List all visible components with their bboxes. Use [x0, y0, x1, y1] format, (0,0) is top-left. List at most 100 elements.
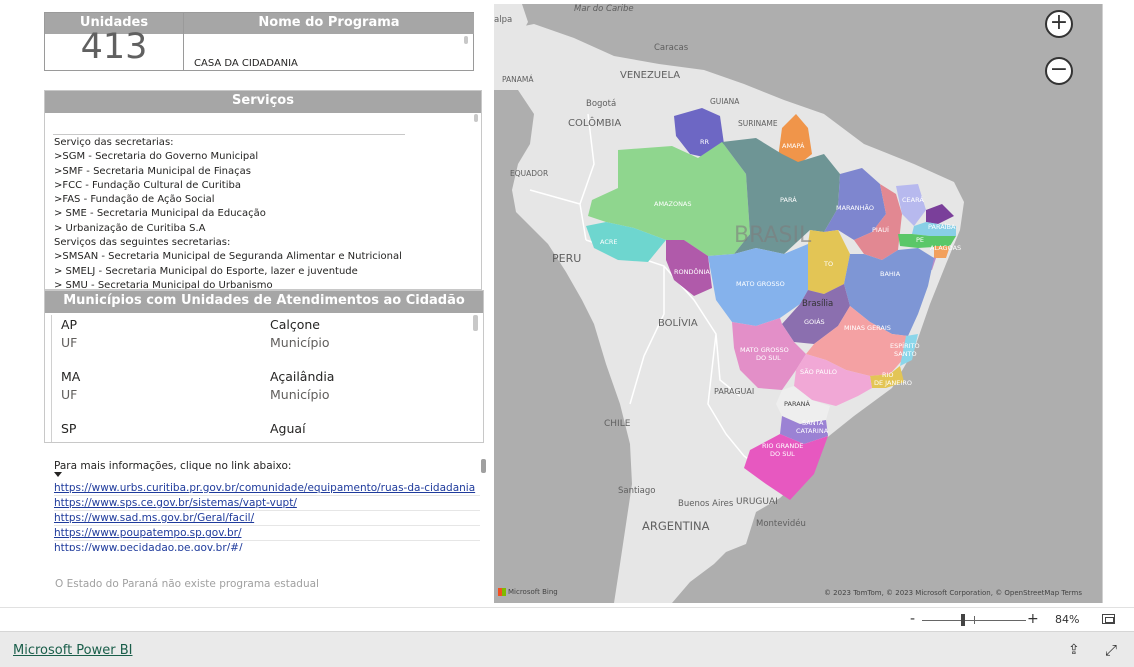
- service-line: Serviços das seguintes secretarias:: [54, 237, 231, 249]
- label-minas-gerais: MINAS GERAIS: [844, 324, 891, 332]
- label-rio-2: DE JANEIRO: [874, 379, 912, 387]
- label-brasilia: Brasília: [802, 299, 833, 309]
- info-link[interactable]: https://www.poupatempo.sp.gov.br/: [54, 526, 480, 541]
- municipalities-scrollbar[interactable]: [473, 315, 478, 331]
- zoom-out-button[interactable]: -: [910, 611, 915, 627]
- services-scrollbar[interactable]: [474, 114, 478, 122]
- links-list: https://www.urbs.curitiba.pr.gov.br/comu…: [54, 481, 480, 551]
- service-line: > Urbanização de Curitiba S.A: [54, 222, 206, 234]
- city-value: Calçone: [270, 317, 320, 332]
- municipalities-list: AP UF Calçone Município MA UF Açailândia…: [51, 315, 471, 442]
- fullscreen-icon[interactable]: ⤢: [1105, 641, 1117, 659]
- program-header: Nome do Programa: [184, 13, 474, 34]
- service-line: >SMSAN - Secretaria Municipal de Seguran…: [54, 251, 402, 263]
- label-sc-2: CATARINA: [796, 427, 829, 435]
- label-santiago: Santiago: [618, 486, 656, 496]
- label-piaui: PIAUÍ: [872, 225, 889, 234]
- label-bolivia: BOLÍVIA: [658, 316, 698, 329]
- label-para: PARÁ: [780, 195, 797, 204]
- service-line: >FCC - Fundação Cultural de Curitiba: [54, 179, 241, 191]
- label-amazonas: AMAZONAS: [654, 200, 692, 208]
- services-divider: [53, 134, 405, 135]
- services-panel: Serviços Serviço das secretarias: >SGM -…: [44, 90, 482, 290]
- uf-value: SP: [61, 421, 77, 436]
- label-paraguai: PARAGUAI: [714, 387, 754, 396]
- footer-bar: Microsoft Power BI ⇪ ⤢: [0, 631, 1134, 667]
- map-credit[interactable]: © 2023 TomTom, © 2023 Microsoft Corporat…: [824, 589, 1082, 597]
- service-line: > SMU - Secretaria Municipal do Urbanism…: [54, 279, 273, 290]
- fit-to-page-icon[interactable]: [1102, 614, 1115, 624]
- label-to: TO: [823, 260, 833, 268]
- brazil-map[interactable]: Mar do Caribe alpa Caracas PANAMÁ VENEZU…: [494, 4, 1103, 603]
- label-rs-1: RIO GRANDE: [762, 442, 803, 450]
- label-espirito-santo-1: ESPÍRITO: [890, 341, 920, 350]
- label-chile: CHILE: [604, 419, 631, 429]
- map-zoom-out-button[interactable]: −: [1045, 57, 1073, 85]
- sort-arrow-icon[interactable]: [54, 472, 62, 477]
- city-label: Município: [270, 335, 330, 350]
- municipality-card[interactable]: SP Aguaí: [52, 419, 471, 442]
- municipality-card[interactable]: AP UF Calçone Município: [52, 315, 471, 367]
- units-column: Unidades 413: [45, 13, 184, 70]
- city-value: Açailândia: [270, 369, 335, 384]
- services-list: Serviço das secretarias: >SGM - Secretar…: [54, 136, 464, 290]
- service-line: >FAS - Fundação de Ação Social: [54, 194, 215, 206]
- label-colombia: COLÔMBIA: [568, 116, 621, 129]
- info-link[interactable]: https://www.sps.ce.gov.br/sistemas/vapt-…: [54, 496, 480, 511]
- footnote-text: O Estado do Paraná não existe programa e…: [55, 578, 319, 590]
- info-text: Para mais informações, clique no link ab…: [54, 460, 292, 472]
- municipality-card[interactable]: MA UF Açailândia Município: [52, 367, 471, 419]
- city-value: Aguaí: [270, 421, 306, 436]
- info-link[interactable]: https://www.urbs.curitiba.pr.gov.br/comu…: [54, 481, 480, 496]
- uf-label: UF: [61, 387, 78, 402]
- city-label: Município: [270, 387, 330, 402]
- power-bi-link[interactable]: Microsoft Power BI: [13, 643, 132, 658]
- zoom-in-button[interactable]: +: [1027, 611, 1039, 627]
- bing-logo: Microsoft Bing: [498, 588, 558, 596]
- label-ms-1: MATO GROSSO: [740, 346, 789, 354]
- uf-label: UF: [61, 335, 78, 350]
- label-espirito-santo-2: SANTO: [894, 350, 917, 358]
- label-brasil: BRASIL: [734, 223, 812, 248]
- links-scrollbar[interactable]: [481, 459, 486, 473]
- map-zoom-in-button[interactable]: +: [1045, 10, 1073, 38]
- label-suriname: SURINAME: [738, 119, 778, 128]
- label-rr: RR: [700, 138, 710, 146]
- label-rs-2: DO SUL: [770, 450, 795, 458]
- units-card: Unidades 413 Nome do Programa CASA DA CI…: [44, 12, 474, 71]
- bing-logo-text: Microsoft Bing: [508, 588, 558, 596]
- label-parana: PARANÁ: [784, 399, 811, 408]
- microsoft-logo-icon: [498, 588, 506, 596]
- municipalities-panel: Municípios com Unidades de Atendimentos …: [44, 290, 484, 443]
- program-column: Nome do Programa CASA DA CIDADANIA: [184, 13, 474, 70]
- label-panama: PANAMÁ: [502, 75, 534, 84]
- program-scrollbar[interactable]: [464, 36, 468, 44]
- label-guiana: GUIANA: [710, 97, 740, 106]
- zoom-bar: - + 84%: [0, 607, 1134, 631]
- label-rio-1: RIO: [882, 371, 894, 379]
- service-line: > SMELJ - Secretaria Municipal do Esport…: [54, 265, 358, 277]
- label-ceara: CEARÁ: [902, 195, 924, 204]
- municipalities-header: Municípios com Unidades de Atendimentos …: [45, 291, 483, 313]
- label-caracas: Caracas: [654, 43, 689, 53]
- label-equador: EQUADOR: [510, 169, 548, 178]
- map-graphic: Mar do Caribe alpa Caracas PANAMÁ VENEZU…: [494, 4, 964, 603]
- label-montevideu: Montevidéu: [756, 518, 806, 529]
- label-rondonia: RONDÔNIA: [674, 267, 710, 276]
- zoom-percent: 84%: [1055, 613, 1080, 626]
- label-goias: GOIÁS: [804, 317, 825, 326]
- label-pe: PE: [916, 236, 924, 244]
- services-header: Serviços: [45, 91, 481, 113]
- info-link[interactable]: https://www.pecidadao.pe.gov.br/#/: [54, 541, 480, 551]
- label-peru: PERU: [552, 252, 581, 265]
- uf-value: MA: [61, 369, 81, 384]
- label-amapa: AMAPÁ: [782, 141, 805, 150]
- service-line: > SME - Secretaria Municipal da Educação: [54, 208, 266, 220]
- zoom-slider-thumb[interactable]: [961, 614, 965, 626]
- label-alagoas: ALAGOAS: [930, 244, 961, 252]
- share-icon[interactable]: ⇪: [1068, 642, 1080, 658]
- info-link[interactable]: https://www.sad.ms.gov.br/Geral/facil/: [54, 511, 480, 526]
- label-maranhao: MARANHÃO: [836, 203, 874, 212]
- label-alpa: alpa: [494, 15, 512, 25]
- label-venezuela: VENEZUELA: [620, 70, 680, 81]
